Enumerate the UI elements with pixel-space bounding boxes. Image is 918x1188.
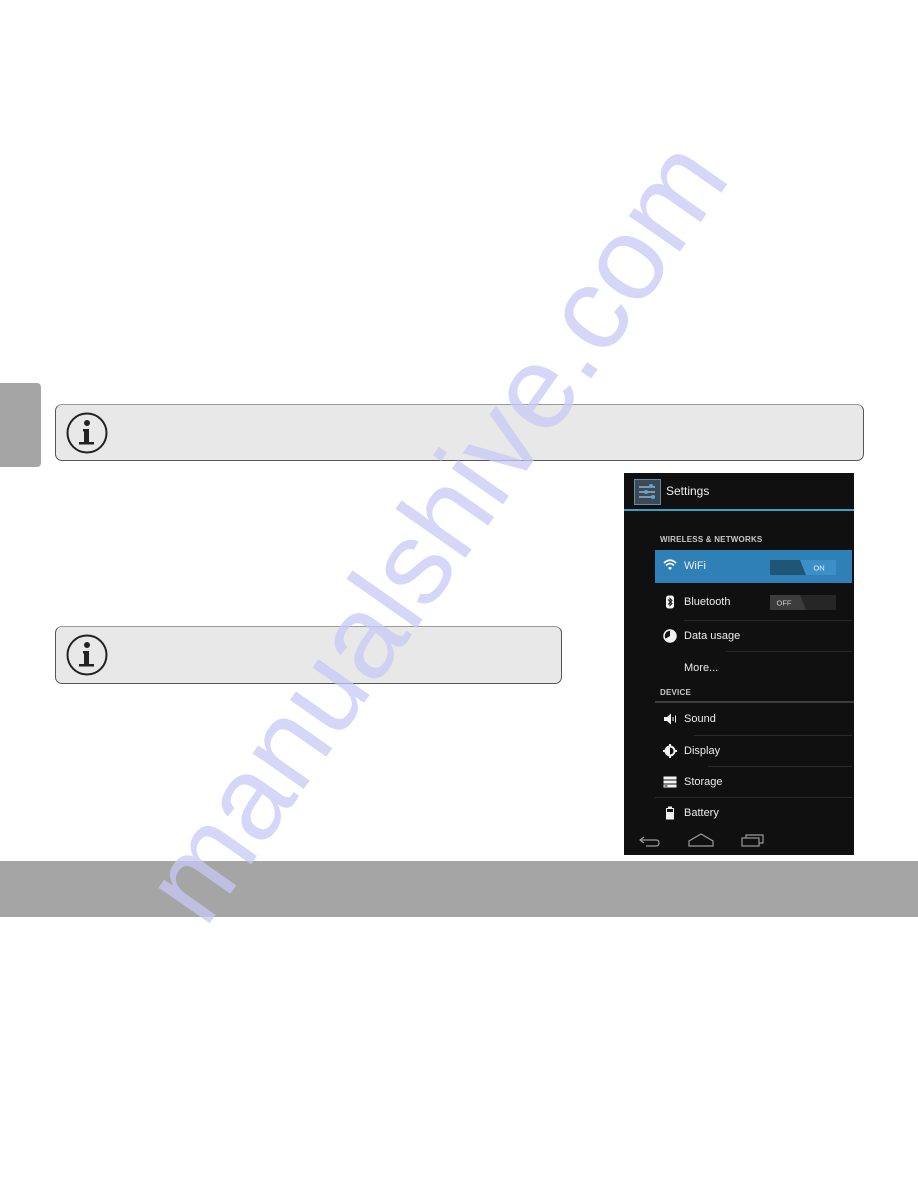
screen-title: Settings — [666, 484, 710, 498]
back-icon[interactable] — [638, 834, 662, 848]
bluetooth-icon — [666, 595, 674, 609]
settings-item-label: Bluetooth — [684, 596, 731, 608]
settings-item-label: Sound — [684, 713, 716, 725]
toggle-state: ON — [813, 564, 824, 573]
settings-item-label: Data usage — [684, 630, 741, 642]
settings-item-battery[interactable]: Battery — [655, 798, 851, 829]
settings-item-wifi[interactable]: WiFi ON — [655, 550, 852, 583]
info-icon — [66, 634, 108, 676]
settings-item-more[interactable]: More... — [655, 653, 851, 684]
navigation-bar — [624, 829, 854, 855]
settings-screenshot: Settings WIRELESS & NETWORKS WiFi ON Blu… — [624, 473, 854, 855]
info-icon — [66, 412, 108, 454]
bluetooth-toggle[interactable]: OFF — [770, 595, 836, 610]
settings-item-data-usage[interactable]: Data usage — [655, 621, 851, 652]
settings-item-storage[interactable]: Storage — [655, 767, 851, 798]
sound-icon — [664, 713, 676, 725]
battery-icon — [666, 806, 674, 820]
wifi-icon — [663, 559, 677, 570]
settings-item-label: Battery — [684, 807, 719, 819]
section-header-wireless: WIRELESS & NETWORKS — [660, 535, 763, 544]
display-icon — [663, 744, 677, 758]
toggle-state: OFF — [777, 599, 792, 608]
section-header-device: DEVICE — [660, 688, 691, 697]
settings-item-label: More... — [684, 662, 719, 674]
footer-bar — [0, 861, 918, 917]
divider — [726, 651, 852, 652]
info-note-box — [55, 626, 562, 684]
home-icon[interactable] — [688, 833, 714, 847]
action-bar: Settings — [624, 473, 854, 511]
chapter-side-tab — [0, 383, 41, 467]
settings-item-label: Storage — [684, 776, 723, 788]
settings-item-label: Display — [684, 745, 721, 757]
wifi-toggle[interactable]: ON — [770, 560, 836, 575]
settings-sliders-icon[interactable] — [634, 479, 661, 505]
recent-apps-icon[interactable] — [741, 832, 765, 847]
settings-item-sound[interactable]: Sound — [655, 704, 851, 735]
settings-item-label: WiFi — [684, 560, 706, 572]
data-usage-icon — [663, 629, 677, 643]
settings-item-bluetooth[interactable]: Bluetooth OFF — [655, 587, 851, 618]
info-note-box — [55, 404, 864, 461]
section-divider — [655, 701, 854, 703]
settings-item-display[interactable]: Display — [655, 736, 851, 767]
storage-icon — [663, 776, 677, 788]
